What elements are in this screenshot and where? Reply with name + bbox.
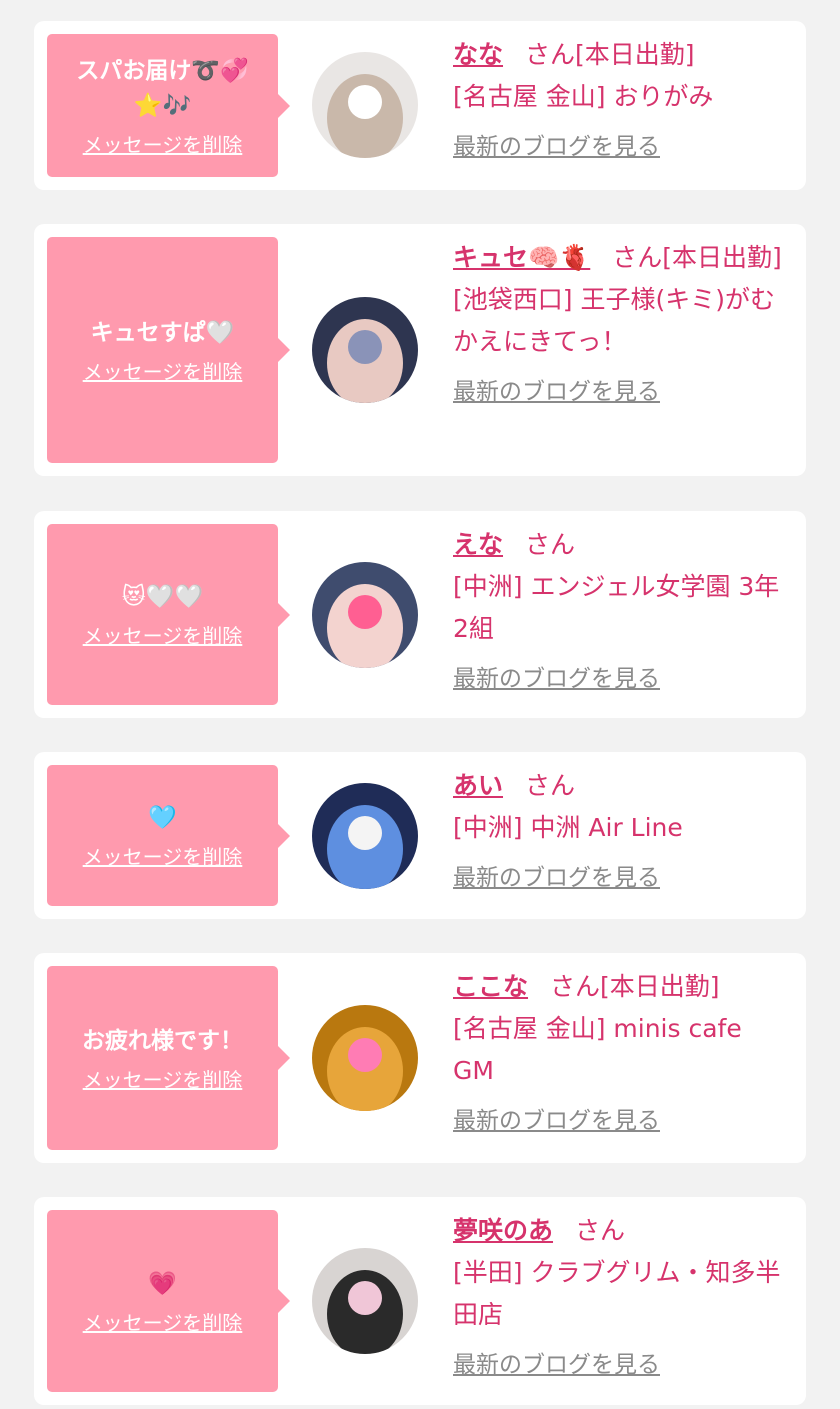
shop-text: [中洲] 中洲 Air Line: [453, 813, 683, 842]
name-line: なな さん[本日出勤]: [453, 34, 788, 76]
latest-blog-link[interactable]: 最新のブログを見る: [453, 375, 788, 409]
girl-name-link[interactable]: ここな: [453, 972, 528, 1001]
avatar[interactable]: [312, 52, 418, 158]
info-block: 夢咲のあ さん [半田] クラブグリム・知多半田店 最新のブログを見る: [453, 1210, 788, 1382]
shop-text: [半田] クラブグリム・知多半田店: [453, 1258, 781, 1329]
message-bubble: お疲れ様です！ メッセージを削除: [47, 966, 290, 1150]
message-card: スパお届け➰💞⭐️🎶 メッセージを削除 なな さん[本日出勤] [名古屋 金山] …: [34, 21, 806, 190]
honorific: さん: [550, 972, 601, 1001]
status-text: [本日出勤]: [600, 972, 720, 1001]
delete-message-link[interactable]: メッセージを削除: [83, 623, 243, 649]
message-card: 😻🤍🤍 メッセージを削除 えな さん [中洲] エンジェル女学園 3年2組 最新の…: [34, 511, 806, 718]
message-text: 🩵: [148, 805, 177, 831]
name-line: ここな さん[本日出勤]: [453, 966, 788, 1008]
message-text: スパお届け➰💞⭐️🎶: [76, 57, 249, 119]
message-bubble: 🩵 メッセージを削除: [47, 765, 290, 906]
shop-text: [名古屋 金山] おりがみ: [453, 82, 714, 111]
info-block: なな さん[本日出勤] [名古屋 金山] おりがみ 最新のブログを見る: [453, 34, 788, 164]
name-line: 夢咲のあ さん: [453, 1210, 788, 1252]
girl-name-link[interactable]: 夢咲のあ: [453, 1216, 553, 1245]
info-block: あい さん [中洲] 中洲 Air Line 最新のブログを見る: [453, 765, 788, 895]
honorific: さん: [525, 771, 576, 800]
girl-name-link[interactable]: えな: [453, 530, 503, 559]
message-card: キュセすぱ🤍 メッセージを削除 キュセ🧠🫀 さん[本日出勤] [池袋西口] 王子様…: [34, 224, 806, 476]
message-bubble: キュセすぱ🤍 メッセージを削除: [47, 237, 290, 463]
name-line: キュセ🧠🫀 さん[本日出勤]: [453, 237, 788, 279]
name-line: えな さん: [453, 524, 788, 566]
status-text: [本日出勤]: [662, 243, 782, 272]
delete-message-link[interactable]: メッセージを削除: [83, 844, 243, 870]
delete-message-link[interactable]: メッセージを削除: [83, 359, 243, 385]
shop-text: [池袋西口] 王子様(キミ)がむかえにきてっ！: [453, 285, 775, 356]
girl-name-link[interactable]: キュセ🧠🫀: [453, 243, 590, 272]
shop-text: [名古屋 金山] minis cafe GM: [453, 1014, 742, 1085]
avatar[interactable]: [312, 1248, 418, 1354]
avatar[interactable]: [312, 783, 418, 889]
message-list: スパお届け➰💞⭐️🎶 メッセージを削除 なな さん[本日出勤] [名古屋 金山] …: [0, 0, 840, 1409]
status-text: [本日出勤]: [575, 40, 695, 69]
message-text: お疲れ様です！: [82, 1027, 243, 1054]
message-text: 😻🤍🤍: [121, 584, 204, 610]
latest-blog-link[interactable]: 最新のブログを見る: [453, 861, 788, 895]
message-bubble: 😻🤍🤍 メッセージを削除: [47, 524, 290, 705]
message-text: 💗: [148, 1270, 177, 1297]
honorific: さん: [612, 243, 663, 272]
message-bubble: スパお届け➰💞⭐️🎶 メッセージを削除: [47, 34, 290, 177]
honorific: さん: [525, 40, 576, 69]
delete-message-link[interactable]: メッセージを削除: [83, 132, 243, 158]
honorific: さん: [575, 1216, 626, 1245]
latest-blog-link[interactable]: 最新のブログを見る: [453, 1104, 788, 1138]
delete-message-link[interactable]: メッセージを削除: [83, 1067, 243, 1093]
message-card: 💗 メッセージを削除 夢咲のあ さん [半田] クラブグリム・知多半田店 最新のブ…: [34, 1197, 806, 1405]
latest-blog-link[interactable]: 最新のブログを見る: [453, 662, 788, 696]
info-block: えな さん [中洲] エンジェル女学園 3年2組 最新のブログを見る: [453, 524, 788, 696]
avatar[interactable]: [312, 562, 418, 668]
avatar[interactable]: [312, 297, 418, 403]
girl-name-link[interactable]: なな: [453, 40, 503, 69]
delete-message-link[interactable]: メッセージを削除: [83, 1310, 243, 1336]
message-card: お疲れ様です！ メッセージを削除 ここな さん[本日出勤] [名古屋 金山] mi…: [34, 953, 806, 1163]
latest-blog-link[interactable]: 最新のブログを見る: [453, 1348, 788, 1382]
message-text: キュセすぱ🤍: [90, 319, 235, 346]
girl-name-link[interactable]: あい: [453, 771, 503, 800]
info-block: キュセ🧠🫀 さん[本日出勤] [池袋西口] 王子様(キミ)がむかえにきてっ！ 最新…: [453, 237, 788, 409]
latest-blog-link[interactable]: 最新のブログを見る: [453, 130, 788, 164]
message-card: 🩵 メッセージを削除 あい さん [中洲] 中洲 Air Line 最新のブログを…: [34, 752, 806, 919]
shop-text: [中洲] エンジェル女学園 3年2組: [453, 572, 780, 643]
message-bubble: 💗 メッセージを削除: [47, 1210, 290, 1392]
info-block: ここな さん[本日出勤] [名古屋 金山] minis cafe GM 最新のブロ…: [453, 966, 788, 1138]
name-line: あい さん: [453, 765, 788, 807]
honorific: さん: [525, 530, 576, 559]
avatar[interactable]: [312, 1005, 418, 1111]
